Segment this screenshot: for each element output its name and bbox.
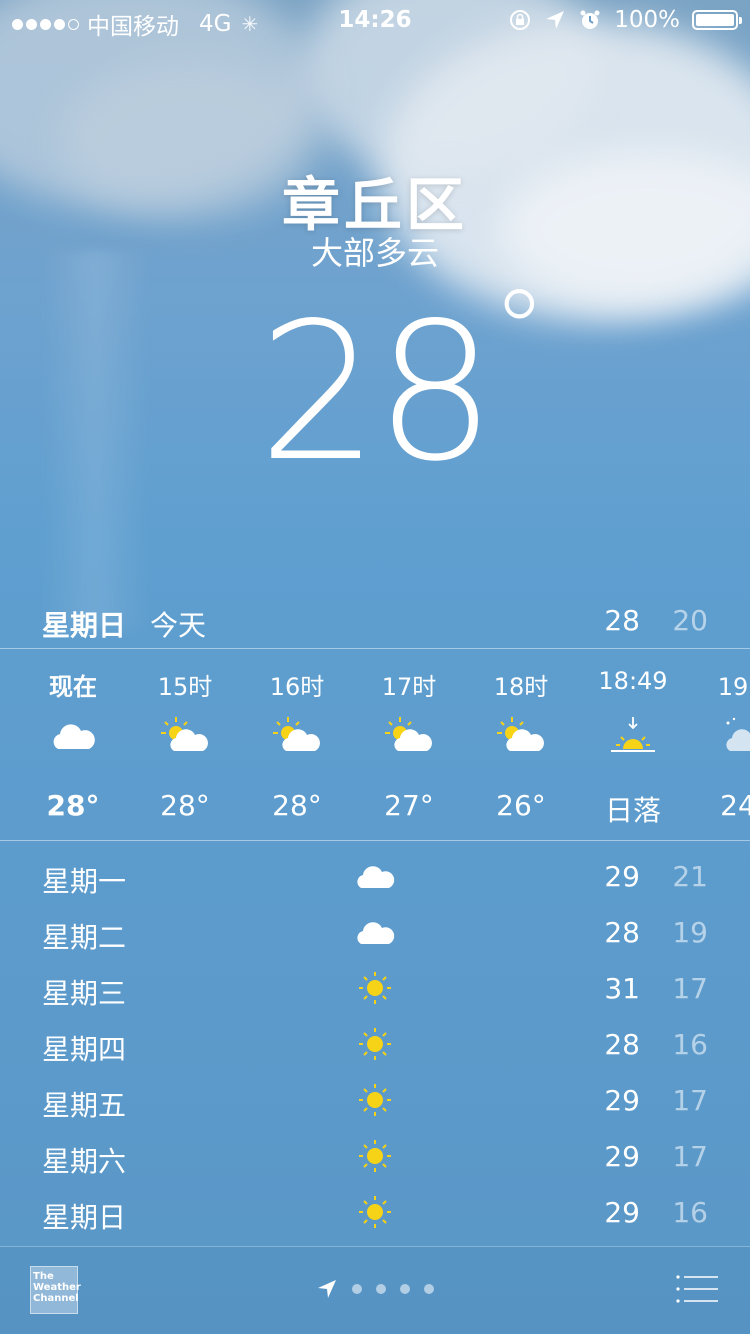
daily-weekday: 星期日 xyxy=(42,1201,127,1234)
sun-icon xyxy=(359,972,391,1004)
daily-weekday: 星期一 xyxy=(42,865,127,898)
current-temperature: 28 ° xyxy=(0,266,750,503)
sun-icon xyxy=(359,1196,391,1228)
hourly-forecast-strip[interactable]: 现在 28° 15时 28° 16时 28° 17时 27° 18时 26° 1… xyxy=(0,649,750,839)
city-list-icon[interactable] xyxy=(676,1274,718,1304)
daily-low: 17 xyxy=(672,1140,708,1173)
daily-high: 29 xyxy=(604,1084,640,1117)
hour-item: 15时 28° xyxy=(129,649,241,839)
divider xyxy=(0,840,750,841)
today-low: 20 xyxy=(672,604,708,637)
today-high: 28 xyxy=(604,604,640,637)
partly-sunny-icon xyxy=(273,717,320,751)
hour-item: 现在 28° xyxy=(17,649,129,839)
hour-label: 15时 xyxy=(157,673,213,701)
page-indicator[interactable] xyxy=(316,1278,434,1300)
daily-weekday: 星期三 xyxy=(42,977,127,1010)
daily-weekday: 星期六 xyxy=(42,1145,127,1178)
daily-row: 星期三 31 17 xyxy=(0,960,750,1016)
today-label: 今天 xyxy=(150,609,207,642)
sun-icon xyxy=(359,1028,391,1060)
hour-temp: 26° xyxy=(496,789,546,822)
partly-sunny-icon xyxy=(497,717,544,751)
hour-label: 17时 xyxy=(381,673,437,701)
hour-temp: 24° xyxy=(720,789,750,822)
daily-row: 星期六 29 17 xyxy=(0,1128,750,1184)
night-cloud-icon xyxy=(726,717,750,751)
daily-weekday: 星期四 xyxy=(42,1033,127,1066)
degree-symbol: ° xyxy=(491,266,547,394)
daily-row: 星期五 29 17 xyxy=(0,1072,750,1128)
page-dot xyxy=(376,1284,386,1294)
status-bar: 中国移动 4G ✳ 14:26 100% xyxy=(0,0,750,40)
battery-icon xyxy=(692,10,742,30)
daily-row: 星期四 28 16 xyxy=(0,1016,750,1072)
hour-label: 18:49 xyxy=(598,667,668,695)
daily-high: 29 xyxy=(604,1140,640,1173)
cloud-icon xyxy=(53,724,95,749)
daily-row: 星期一 29 21 xyxy=(0,848,750,904)
daily-high: 31 xyxy=(604,972,640,1005)
weather-channel-logo[interactable]: The Weather Channel xyxy=(30,1266,81,1314)
hour-temp: 日落 xyxy=(604,794,661,827)
page-dot xyxy=(352,1284,362,1294)
weather-condition: 大部多云 xyxy=(310,234,439,272)
hour-label: 现在 xyxy=(49,673,97,701)
alarm-icon xyxy=(580,10,600,29)
hour-temp: 28° xyxy=(160,789,210,822)
hour-label: 16时 xyxy=(269,673,325,701)
daily-low: 17 xyxy=(672,972,708,1005)
sunset-icon xyxy=(611,717,655,752)
daily-weekday: 星期二 xyxy=(42,921,127,954)
daily-low: 16 xyxy=(672,1028,708,1061)
hour-item: 19时 24° xyxy=(689,649,750,839)
hour-item: 16时 28° xyxy=(241,649,353,839)
hour-item: 18:49 日落 xyxy=(577,649,689,839)
hour-label: 19时 xyxy=(717,673,750,701)
daily-row: 星期二 28 19 xyxy=(0,904,750,960)
bottom-toolbar: The Weather Channel xyxy=(0,1246,750,1334)
daily-high: 29 xyxy=(604,1196,640,1229)
partly-sunny-icon xyxy=(161,717,208,751)
today-summary-row: 星期日 今天 28 20 xyxy=(0,600,750,646)
cloud-icon xyxy=(357,922,395,944)
daily-high: 29 xyxy=(604,860,640,893)
daily-low: 16 xyxy=(672,1196,708,1229)
sun-icon xyxy=(359,1140,391,1172)
daily-low: 19 xyxy=(672,916,708,949)
hour-temp: 28° xyxy=(46,789,100,822)
daily-low: 17 xyxy=(672,1084,708,1117)
hour-item: 17时 27° xyxy=(353,649,465,839)
daily-weekday: 星期五 xyxy=(42,1089,127,1122)
hour-item: 18时 26° xyxy=(465,649,577,839)
page-dot xyxy=(424,1284,434,1294)
hour-temp: 28° xyxy=(272,789,322,822)
hour-label: 18时 xyxy=(493,673,549,701)
page-dot xyxy=(400,1284,410,1294)
hour-temp: 27° xyxy=(384,789,434,822)
location-arrow-icon xyxy=(318,1280,336,1298)
partly-sunny-icon xyxy=(385,717,432,751)
daily-low: 21 xyxy=(672,860,708,893)
daily-row: 星期日 29 16 xyxy=(0,1184,750,1240)
daily-forecast-list: 星期一 29 21 星期二 28 19 星期三 31 17 星期四 28 16 … xyxy=(0,848,750,1240)
battery-percent: 100% xyxy=(614,7,680,33)
rotation-lock-icon xyxy=(510,10,531,30)
daily-high: 28 xyxy=(604,916,640,949)
cloud-icon xyxy=(357,866,395,888)
location-arrow-icon xyxy=(546,11,565,29)
today-weekday: 星期日 xyxy=(42,609,127,642)
current-temperature-value: 28 xyxy=(258,282,496,503)
daily-high: 28 xyxy=(604,1028,640,1061)
sun-icon xyxy=(359,1084,391,1116)
